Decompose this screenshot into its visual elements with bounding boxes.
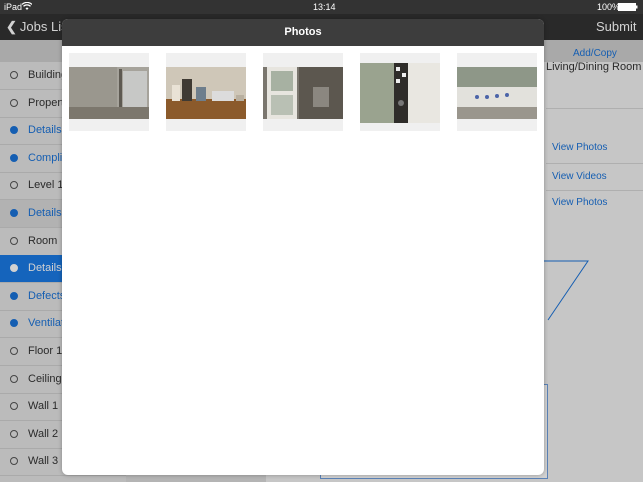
window-control-photo-icon xyxy=(457,67,537,119)
window-photo-icon xyxy=(263,67,343,119)
status-bar: iPad 13:14 100% xyxy=(0,0,643,14)
photos-modal: Photos xyxy=(62,19,544,475)
battery-icon xyxy=(618,3,638,11)
photo-thumbnail[interactable] xyxy=(263,53,343,131)
device-label: iPad xyxy=(4,2,23,12)
modal-header: Photos xyxy=(62,19,544,46)
clock: 13:14 xyxy=(313,2,336,12)
photo-thumbnail[interactable] xyxy=(69,53,149,131)
modal-title: Photos xyxy=(284,26,322,38)
window-sill-photo-icon xyxy=(69,67,149,119)
photo-thumbnail[interactable] xyxy=(360,53,440,131)
desk-photo-icon xyxy=(166,67,246,119)
photo-thumbnail[interactable] xyxy=(166,53,246,131)
photo-thumbnail[interactable] xyxy=(457,53,537,131)
wifi-icon xyxy=(22,2,32,10)
battery-percent: 100% xyxy=(597,2,621,12)
door-frame-photo-icon xyxy=(360,63,440,123)
